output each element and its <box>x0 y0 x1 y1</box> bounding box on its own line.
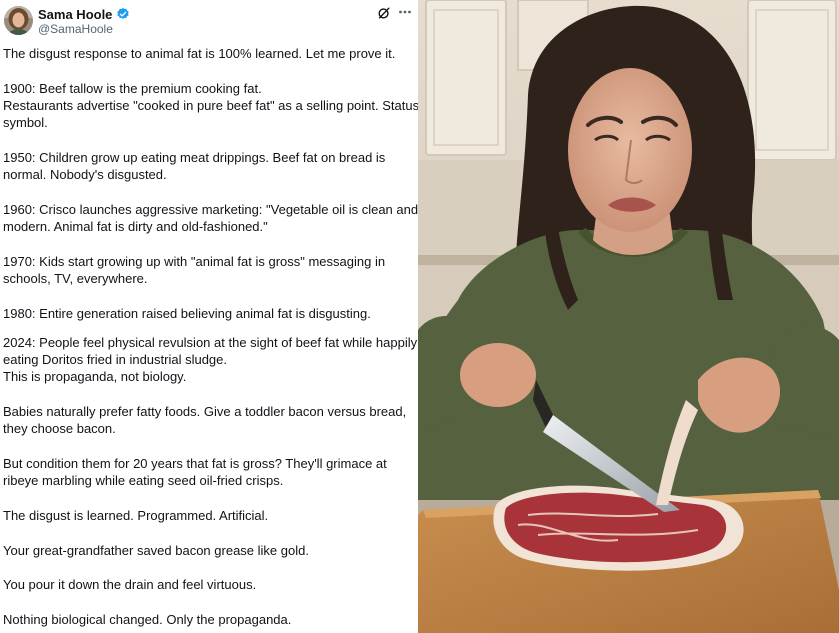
tweet-line: The disgust is learned. Programmed. Arti… <box>3 508 269 523</box>
tweet-line: they choose bacon. <box>3 421 116 436</box>
tweet-line: modern. Animal fat is dirty and old-fash… <box>3 219 268 234</box>
profile-photo-icon <box>4 6 33 35</box>
tweet-line: But condition them for 20 years that fat… <box>3 456 387 471</box>
tweet-line: Nothing biological changed. Only the pro… <box>3 612 292 627</box>
author-name-row: Sama Hoole <box>38 6 130 22</box>
tweet-line: Restaurants advertise "cooked in pure be… <box>3 98 418 113</box>
tweet-line: 2024: People feel physical revulsion at … <box>3 335 418 350</box>
tweet-line: 1900: Beef tallow is the premium cooking… <box>3 81 262 96</box>
tweet-line: Your great-grandfather saved bacon greas… <box>3 543 309 558</box>
tweet-line: symbol. <box>3 115 48 130</box>
tweet-line: You pour it down the drain and feel virt… <box>3 577 257 592</box>
grok-icon[interactable] <box>377 6 391 20</box>
verified-badge-icon <box>117 7 130 19</box>
tweet-line: The disgust response to animal fat is 10… <box>3 46 396 61</box>
tweet-line: 1960: Crisco launches aggressive marketi… <box>3 202 418 217</box>
tweet-line: Babies naturally prefer fatty foods. Giv… <box>3 404 407 419</box>
tweet-line: ribeye marbling while eating seed oil-fr… <box>3 473 284 488</box>
tweet-media-photo[interactable] <box>418 0 839 633</box>
tweet-line: normal. Nobody's disgusted. <box>3 167 167 182</box>
tweet-panel: Sama Hoole @SamaHoole The disgust respon… <box>0 0 418 633</box>
tweet-line: 1970: Kids start growing up with "animal… <box>3 254 386 269</box>
author-display-name[interactable]: Sama Hoole <box>38 7 112 22</box>
author-handle[interactable]: @SamaHoole <box>38 22 113 36</box>
tweet-line: 1950: Children grow up eating meat dripp… <box>3 150 386 165</box>
more-options-icon[interactable] <box>397 4 413 20</box>
avatar[interactable] <box>4 6 33 35</box>
tweet-line: 1980: Entire generation raised believing… <box>3 306 371 321</box>
tweet-line: eating Doritos fried in industrial sludg… <box>3 352 228 367</box>
tweet-line: schools, TV, everywhere. <box>3 271 148 286</box>
tweet-line: This is propaganda, not biology. <box>3 369 187 384</box>
